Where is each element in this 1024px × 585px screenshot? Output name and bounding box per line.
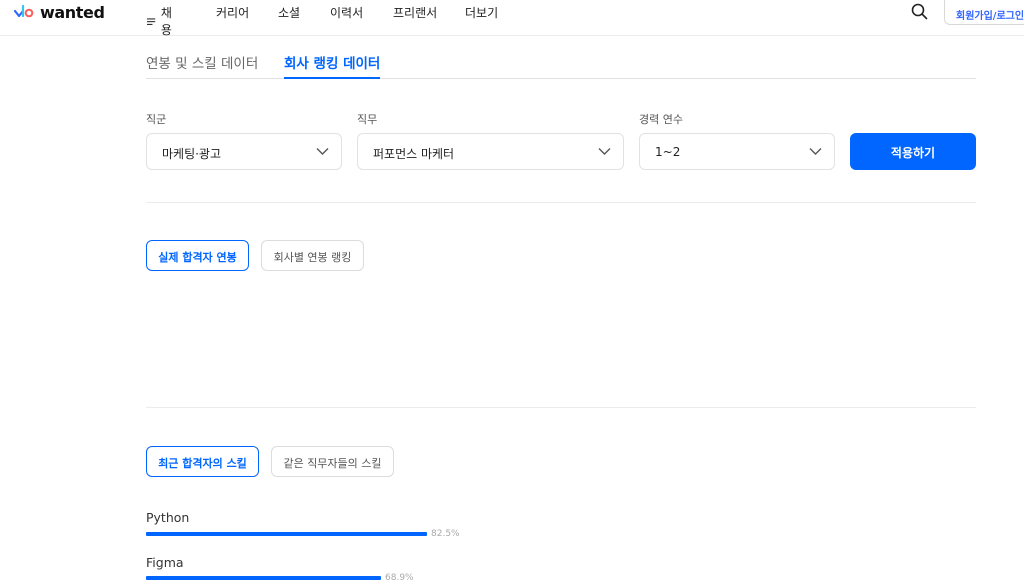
- nav-label: 채용: [160, 6, 172, 37]
- nav-item-resume[interactable]: 이력서: [330, 4, 363, 21]
- chevron-down-icon: [809, 148, 822, 155]
- chip-actual-salary[interactable]: 실제 합격자 연봉: [146, 240, 249, 271]
- skill-bar: [146, 532, 427, 536]
- wanted-logo[interactable]: wanted: [13, 2, 105, 22]
- experience-label: 경력 연수: [639, 113, 683, 126]
- section-divider: [146, 202, 976, 203]
- chip-company-salary-ranking[interactable]: 회사별 연봉 랭킹: [261, 240, 364, 271]
- nav-item-freelancer[interactable]: 프리랜서: [393, 4, 437, 21]
- job-select[interactable]: 퍼포먼스 마케터: [357, 133, 624, 170]
- skill-percent: 82.5%: [431, 529, 460, 539]
- experience-select[interactable]: 1~2: [639, 133, 835, 170]
- skill-name: Python: [146, 510, 190, 525]
- logo-text: wanted: [40, 2, 105, 22]
- tab-salary-skill[interactable]: 연봉 및 스킬 데이터: [146, 52, 258, 79]
- data-tabs: 연봉 및 스킬 데이터 회사 랭킹 데이터: [146, 52, 976, 79]
- nav-item-social[interactable]: 소셜: [278, 4, 300, 21]
- skill-name: Figma: [146, 555, 184, 570]
- wanted-logo-icon: [13, 4, 34, 18]
- tab-company-ranking[interactable]: 회사 랭킹 데이터: [284, 52, 381, 79]
- signup-login-button[interactable]: 회원가입/로그인: [944, 0, 1024, 25]
- skill-percent: 68.9%: [385, 573, 414, 583]
- job-label: 직무: [357, 113, 378, 126]
- category-label: 직군: [146, 113, 167, 126]
- nav-item-more[interactable]: 더보기: [465, 4, 498, 21]
- skill-bar: [146, 576, 381, 580]
- chip-recent-hire-skills[interactable]: 최근 합격자의 스킬: [146, 446, 259, 477]
- section-divider: [146, 407, 976, 408]
- search-icon[interactable]: [911, 3, 928, 20]
- chevron-down-icon: [598, 148, 611, 155]
- nav-item-jobs[interactable]: 채용: [147, 4, 176, 38]
- category-select[interactable]: 마케팅·광고: [146, 133, 342, 170]
- chevron-down-icon: [316, 148, 329, 155]
- nav-item-career[interactable]: 커리어: [216, 4, 249, 21]
- category-value: 마케팅·광고: [162, 147, 222, 161]
- hamburger-icon: [147, 17, 156, 25]
- chip-same-job-skills[interactable]: 같은 직무자들의 스킬: [271, 446, 394, 477]
- apply-button[interactable]: 적용하기: [850, 133, 976, 170]
- job-value: 퍼포먼스 마케터: [373, 147, 455, 161]
- experience-value: 1~2: [655, 145, 681, 159]
- top-header: wanted 채용 커리어 소셜 이력서 프리랜서 더보기 회원가입/로그인: [0, 0, 1024, 38]
